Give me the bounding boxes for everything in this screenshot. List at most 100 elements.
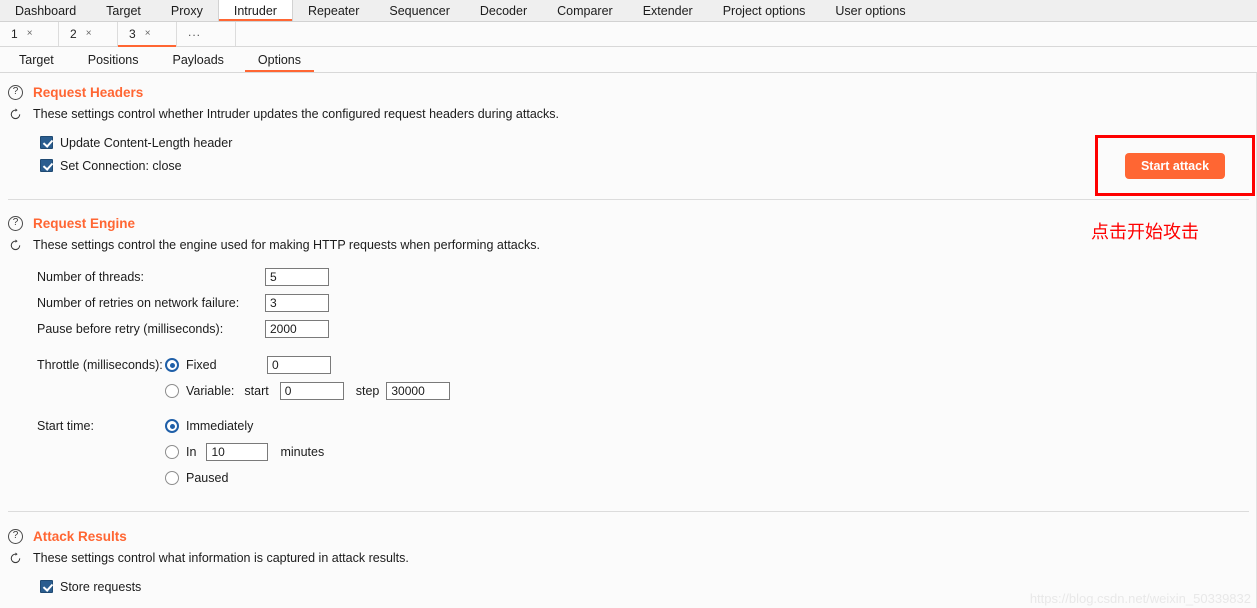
throttle-label: Throttle (milliseconds): — [37, 358, 163, 372]
main-tab-proxy[interactable]: Proxy — [156, 0, 218, 21]
section-description: These settings control the engine used f… — [33, 238, 540, 252]
checkbox-icon[interactable] — [40, 580, 53, 593]
request-engine-description-row: These settings control the engine used f… — [0, 234, 1257, 256]
main-tab-intruder[interactable]: Intruder — [217, 0, 293, 21]
main-tab-extender[interactable]: Extender — [628, 0, 708, 21]
attack-tab-2[interactable]: 2 × — [59, 22, 118, 46]
throttle-start-label: start — [244, 384, 269, 398]
radio-start-immediately[interactable] — [165, 419, 179, 433]
help-icon[interactable]: ? — [8, 84, 23, 100]
throttle-step-label: step — [355, 384, 380, 398]
sub-tab-label: Target — [19, 52, 54, 67]
field-label: Number of threads: — [37, 270, 144, 284]
reset-icon[interactable] — [8, 238, 23, 253]
section-description: These settings control what information … — [33, 551, 409, 565]
attack-tab-bar: 1 × 2 × 3 × ... — [0, 22, 1257, 47]
checkbox-icon[interactable] — [40, 159, 53, 172]
checkbox-icon[interactable] — [40, 136, 53, 149]
help-icon[interactable]: ? — [8, 528, 23, 544]
request-headers-description-row: These settings control whether Intruder … — [0, 103, 1257, 125]
reset-icon[interactable] — [8, 107, 23, 122]
checkbox-label: Store requests — [60, 579, 142, 594]
options-panel: Start attack 点击开始攻击 ? Request Headers Th… — [0, 73, 1257, 608]
watermark: https://blog.csdn.net/weixin_50339832 — [1029, 591, 1251, 606]
main-tab-label: Sequencer — [389, 3, 450, 18]
attack-tab-overflow[interactable]: ... — [177, 22, 236, 46]
sub-tab-positions[interactable]: Positions — [71, 47, 156, 72]
radio-start-in-minutes[interactable] — [165, 445, 179, 459]
main-tab-target[interactable]: Target — [91, 0, 156, 21]
sub-tab-options[interactable]: Options — [241, 47, 318, 72]
throttle-fixed-label: Fixed — [186, 358, 217, 372]
start-immediately-label: Immediately — [186, 419, 254, 433]
attack-tab-label: 1 — [11, 27, 18, 41]
throttle-step-input[interactable] — [386, 382, 451, 400]
section-request-headers: ? Request Headers These settings control… — [0, 73, 1257, 200]
checkbox-set-connection-close[interactable]: Set Connection: close — [0, 154, 1257, 177]
radio-throttle-fixed[interactable] — [165, 358, 179, 372]
main-tab-project-options[interactable]: Project options — [708, 0, 821, 21]
field-label: Number of retries on network failure: — [37, 296, 240, 310]
main-tab-label: Comparer — [557, 3, 613, 18]
field-label: Pause before retry (milliseconds): — [37, 322, 224, 336]
attack-results-description-row: These settings control what information … — [0, 547, 1257, 569]
sub-tab-label: Payloads — [172, 52, 224, 67]
checkbox-label: Set Connection: close — [60, 158, 182, 173]
sub-tab-payloads[interactable]: Payloads — [155, 47, 240, 72]
start-in-minutes-input[interactable] — [206, 443, 269, 461]
main-tab-bar: Dashboard Target Proxy Intruder Repeater… — [0, 0, 1257, 22]
section-title: Attack Results — [33, 528, 127, 544]
close-icon[interactable]: × — [86, 29, 92, 39]
reset-icon-svg — [10, 551, 21, 563]
start-time-paused-row: Paused — [0, 465, 1257, 491]
throttle-start-input[interactable] — [279, 382, 344, 400]
main-tab-decoder[interactable]: Decoder — [465, 0, 542, 21]
field-number-of-threads: Number of threads: — [0, 264, 1257, 290]
main-tab-dashboard[interactable]: Dashboard — [0, 0, 91, 21]
sub-tab-target[interactable]: Target — [2, 47, 71, 72]
main-tab-label: Decoder — [479, 3, 528, 18]
checkbox-update-content-length[interactable]: Update Content-Length header — [0, 131, 1257, 154]
main-tab-label: Target — [106, 3, 141, 18]
field-pause-before-retry: Pause before retry (milliseconds): — [0, 316, 1257, 342]
main-tab-user-options[interactable]: User options — [820, 0, 920, 21]
help-icon[interactable]: ? — [8, 215, 23, 231]
reset-icon-svg — [10, 107, 21, 119]
main-tab-label: Project options — [722, 3, 806, 18]
threads-input[interactable] — [265, 268, 329, 286]
start-time-in-minutes-row: In minutes — [0, 439, 1257, 465]
reset-icon-svg — [10, 238, 21, 250]
main-tab-label: Intruder — [233, 3, 277, 18]
sub-tab-label: Positions — [87, 52, 139, 67]
request-headers-header: ? Request Headers — [0, 81, 1257, 103]
close-icon[interactable]: × — [27, 29, 33, 39]
pause-before-retry-input[interactable] — [265, 320, 329, 338]
main-tab-label: Proxy — [170, 3, 203, 18]
radio-start-paused[interactable] — [165, 471, 179, 485]
start-time-immediately-row: Start time: Immediately — [0, 413, 1257, 439]
main-tab-repeater[interactable]: Repeater — [293, 0, 374, 21]
throttle-variable-label: Variable: — [186, 384, 235, 398]
main-tab-sequencer[interactable]: Sequencer — [374, 0, 464, 21]
main-tab-comparer[interactable]: Comparer — [542, 0, 628, 21]
close-icon[interactable]: × — [145, 29, 151, 39]
section-title: Request Headers — [33, 84, 144, 100]
main-tab-label: Dashboard — [15, 3, 77, 18]
throttle-fixed-row: Throttle (milliseconds): Fixed — [0, 352, 1257, 378]
attack-tab-label: 3 — [129, 27, 136, 41]
attack-results-header: ? Attack Results — [0, 525, 1257, 547]
main-tab-label: User options — [835, 3, 906, 18]
section-title: Request Engine — [33, 215, 136, 231]
attack-tab-1[interactable]: 1 × — [0, 22, 59, 46]
section-request-engine: ? Request Engine These settings control … — [0, 200, 1257, 512]
retries-input[interactable] — [265, 294, 329, 312]
sub-tab-label: Options — [257, 52, 302, 67]
section-description: These settings control whether Intruder … — [33, 107, 560, 121]
attack-tab-label: 2 — [70, 27, 77, 41]
throttle-fixed-input[interactable] — [267, 356, 331, 374]
sub-tab-bar: Target Positions Payloads Options — [0, 47, 1257, 73]
throttle-variable-row: Variable: start step — [0, 378, 1257, 404]
attack-tab-3[interactable]: 3 × — [118, 22, 177, 47]
radio-throttle-variable[interactable] — [165, 384, 179, 398]
reset-icon[interactable] — [8, 551, 23, 566]
